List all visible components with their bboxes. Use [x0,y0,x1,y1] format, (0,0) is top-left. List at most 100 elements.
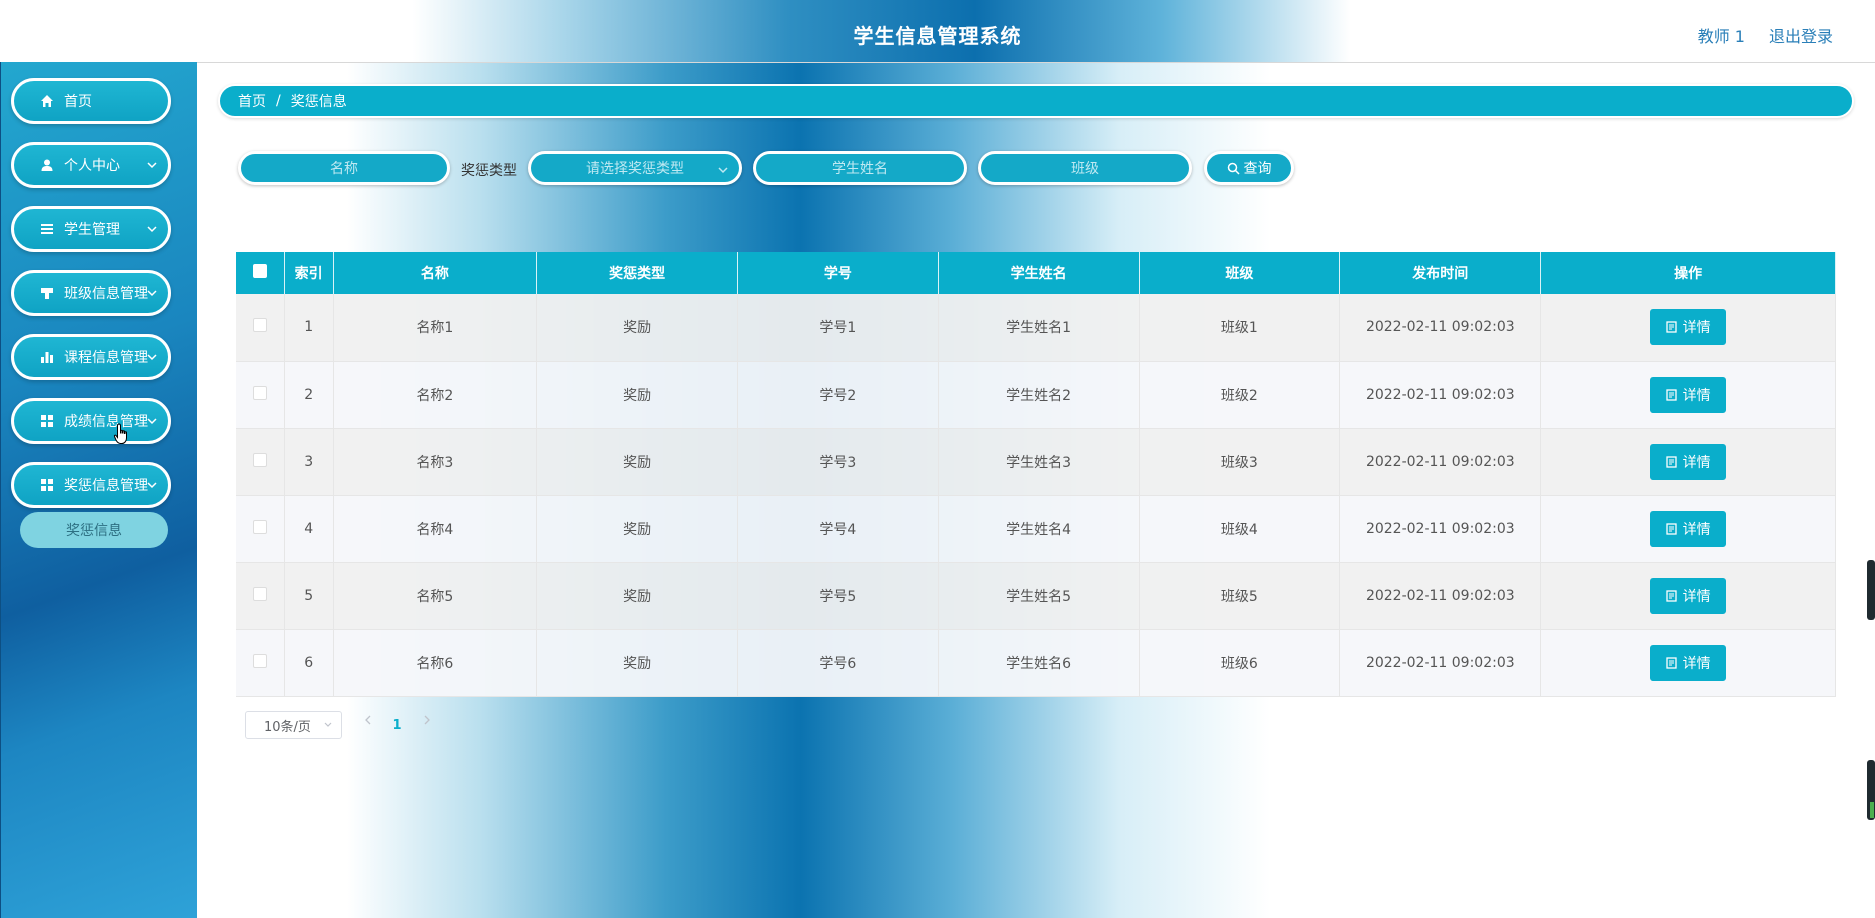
detail-button-label: 详情 [1682,387,1711,404]
row-checkbox[interactable] [252,385,267,400]
detail-button-label: 详情 [1682,655,1711,672]
detail-button-label: 详情 [1682,320,1711,337]
search-icon [1227,162,1240,175]
cell-name: 名称2 [333,361,538,429]
cell-type: 奖励 [536,629,739,697]
cell-index: 2 [284,361,334,429]
sidebar-item-label: 成绩信息管理 [64,414,148,430]
cell-name: 名称5 [333,562,538,630]
table-row: 6 名称6 奖励 学号6 学生姓名6 班级6 2022-02-11 09:02:… [236,629,1836,697]
chevron-down-icon [147,354,157,361]
select-all-cell [236,252,285,294]
scrollbar-thumb[interactable] [1867,560,1875,620]
user-icon [40,158,54,172]
cell-time: 2022-02-11 09:02:03 [1339,428,1542,496]
detail-button[interactable]: 详情 [1650,510,1727,547]
cell-student-id: 学号6 [737,629,939,697]
scrollbar-thumb[interactable] [1867,760,1875,820]
sidebar-item-label: 个人中心 [64,158,120,174]
detail-button[interactable]: 详情 [1650,577,1727,614]
cell-time: 2022-02-11 09:02:03 [1339,294,1542,362]
current-user: 教师 1 [1697,27,1745,46]
chevron-down-icon [324,722,332,727]
grid-icon [40,478,54,492]
type-filter-label: 奖惩类型 [461,163,517,179]
row-checkbox[interactable] [252,452,267,467]
cell-student-id: 学号2 [737,361,939,429]
cell-type: 奖励 [536,495,739,563]
cell-class: 班级6 [1139,629,1341,697]
query-button-label: 查询 [1243,161,1272,177]
next-page-button[interactable] [422,714,432,730]
student-name-input[interactable]: 学生姓名 [753,151,967,185]
chevron-down-icon [718,167,728,174]
rewards-table: 索引 名称 奖惩类型 学号 学生姓名 班级 发布时间 操作 1 名称1 奖励 学… [236,252,1836,700]
detail-button[interactable]: 详情 [1650,309,1727,346]
row-select-cell [236,629,285,697]
page-number[interactable]: 1 [390,711,404,739]
column-header: 索引 [284,252,334,294]
cell-time: 2022-02-11 09:02:03 [1339,495,1542,563]
cell-action: 详情 [1540,495,1836,563]
scroll-indicator [1870,802,1874,818]
page-size-select[interactable]: 10条/页 [245,711,342,739]
detail-button-label: 详情 [1682,521,1711,538]
table-row: 4 名称4 奖励 学号4 学生姓名4 班级4 2022-02-11 09:02:… [236,495,1836,563]
breadcrumb-home[interactable]: 首页 [238,91,266,111]
class-input[interactable]: 班级 [978,151,1192,185]
chevron-down-icon [147,290,157,297]
sidebar-item-label: 奖惩信息管理 [64,478,148,494]
row-checkbox[interactable] [252,586,267,601]
detail-button[interactable]: 详情 [1650,443,1727,480]
bar-chart-icon [40,350,54,364]
name-search-placeholder: 名称 [330,161,358,177]
sidebar-item-classes[interactable]: 班级信息管理 [11,270,171,316]
prev-page-button[interactable] [363,714,373,730]
cell-name: 名称6 [333,629,538,697]
cell-class: 班级5 [1139,562,1341,630]
cell-name: 名称4 [333,495,538,563]
name-search-input[interactable]: 名称 [238,151,450,185]
cell-time: 2022-02-11 09:02:03 [1339,361,1542,429]
column-header: 操作 [1540,252,1836,294]
column-header: 班级 [1139,252,1341,294]
sidebar-item-rewards[interactable]: 奖惩信息管理 [11,462,171,508]
cell-student-id: 学号1 [737,294,939,362]
cell-student-id: 学号3 [737,428,939,496]
document-icon [1666,455,1677,468]
row-select-cell [236,495,285,563]
cell-class: 班级1 [1139,294,1341,362]
cell-index: 1 [284,294,334,362]
cell-student-id: 学号4 [737,495,939,563]
document-icon [1666,589,1677,602]
detail-button-label: 详情 [1682,588,1711,605]
cell-type: 奖励 [536,361,739,429]
sidebar-subitem-rewards-info[interactable]: 奖惩信息 [20,512,168,548]
row-checkbox[interactable] [252,653,267,668]
query-button[interactable]: 查询 [1204,151,1294,185]
type-select[interactable]: 请选择奖惩类型 [528,151,742,185]
cell-class: 班级3 [1139,428,1341,496]
row-checkbox[interactable] [252,519,267,534]
table-row: 5 名称5 奖励 学号5 学生姓名5 班级5 2022-02-11 09:02:… [236,562,1836,630]
chevron-down-icon [147,226,157,233]
sidebar-item-grades[interactable]: 成绩信息管理 [11,398,171,444]
row-select-cell [236,294,285,362]
sidebar-item-profile[interactable]: 个人中心 [11,142,171,188]
cell-student-id: 学号5 [737,562,939,630]
logout-link[interactable]: 退出登录 [1769,23,1833,47]
cell-student-name: 学生姓名2 [938,361,1140,429]
detail-button[interactable]: 详情 [1650,644,1727,681]
detail-button[interactable]: 详情 [1650,376,1727,413]
cell-class: 班级4 [1139,495,1341,563]
select-all-checkbox[interactable] [252,264,267,278]
sidebar-item-courses[interactable]: 课程信息管理 [11,334,171,380]
hand-cursor-icon [113,423,131,450]
class-placeholder: 班级 [1071,161,1099,177]
chevron-down-icon [147,482,157,489]
chevron-down-icon [147,162,157,169]
sidebar-item-students[interactable]: 学生管理 [11,206,171,252]
row-checkbox[interactable] [252,318,267,333]
sidebar-item-label: 课程信息管理 [64,350,148,366]
sidebar-item-home[interactable]: 首页 [11,78,171,124]
